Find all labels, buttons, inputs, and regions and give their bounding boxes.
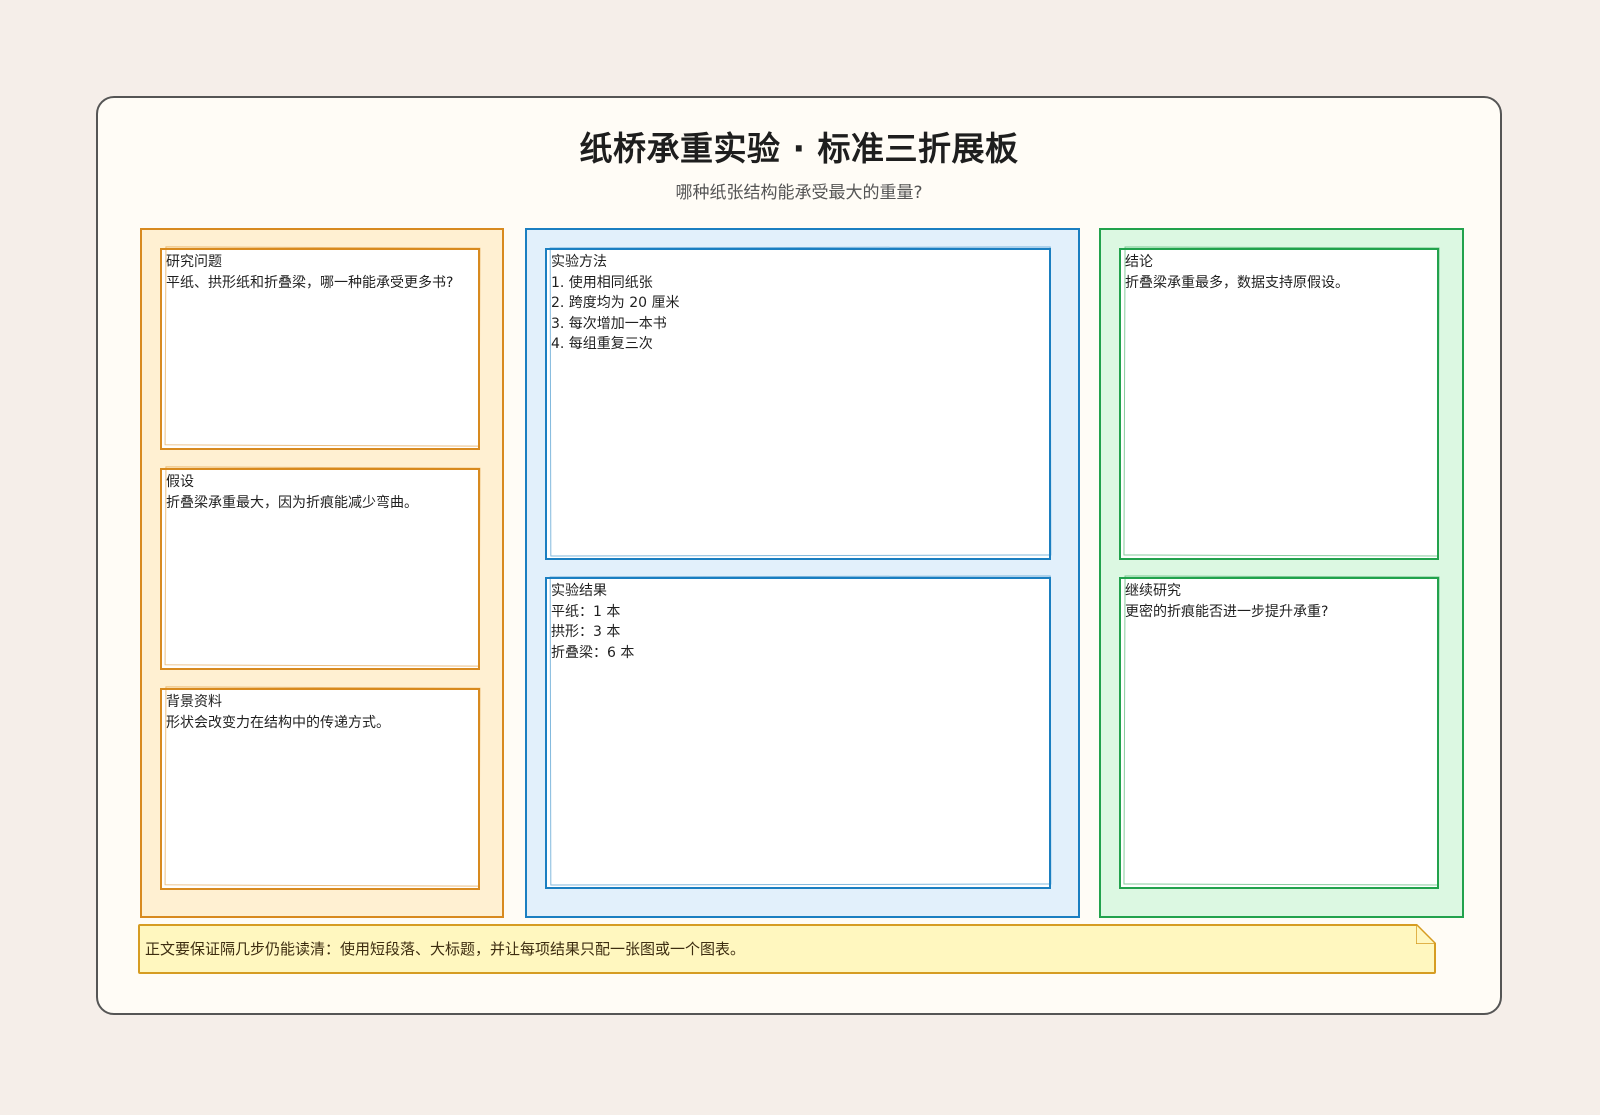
background-card: 背景资料 形状会改变力在结构中的传递方式。 bbox=[160, 686, 481, 890]
board-title: 纸桥承重实验 · 标准三折展板 bbox=[579, 129, 1019, 168]
middle-panel: 实验方法 1. 使用相同纸张 2. 跨度均为 20 厘米 3. 每次增加一本书 … bbox=[525, 228, 1080, 918]
further-research-card: 继续研究 更密的折痕能否进一步提升承重? bbox=[1119, 575, 1440, 889]
card-heading: 继续研究 bbox=[1125, 583, 1181, 599]
method-step: 2. 跨度均为 20 厘米 bbox=[551, 295, 680, 311]
result-item: 折叠梁：6 本 bbox=[551, 644, 635, 661]
method-step: 1. 使用相同纸张 bbox=[551, 274, 653, 291]
method-step: 3. 每次增加一本书 bbox=[551, 315, 667, 332]
method-step: 4. 每组重复三次 bbox=[551, 336, 653, 352]
card-heading: 研究问题 bbox=[166, 254, 222, 270]
conclusion-card: 结论 折叠梁承重最多，数据支持原假设。 bbox=[1119, 246, 1440, 560]
tip-note: 正文要保证隔几步仍能读清：使用短段落、大标题，并让每项结果只配一张图或一个图表。 bbox=[138, 924, 1436, 974]
card-heading: 假设 bbox=[166, 474, 194, 490]
trifold-board: 纸桥承重实验 · 标准三折展板 哪种纸张结构能承受最大的重量? 研究问题 平纸、… bbox=[96, 96, 1502, 1015]
result-item: 平纸：1 本 bbox=[551, 603, 621, 620]
hypothesis-card: 假设 折叠梁承重最大，因为折痕能减少弯曲。 bbox=[160, 466, 481, 670]
results-card: 实验结果 平纸：1 本 拱形：3 本 折叠梁：6 本 bbox=[545, 575, 1052, 889]
method-card: 实验方法 1. 使用相同纸张 2. 跨度均为 20 厘米 3. 每次增加一本书 … bbox=[545, 246, 1052, 560]
research-question-card: 研究问题 平纸、拱形纸和折叠梁，哪一种能承受更多书? bbox=[160, 246, 481, 450]
board-subtitle: 哪种纸张结构能承受最大的重量? bbox=[675, 183, 923, 203]
folded-corner-icon bbox=[1416, 924, 1436, 944]
card-heading: 结论 bbox=[1125, 254, 1153, 270]
card-text: 折叠梁承重最多，数据支持原假设。 bbox=[1125, 274, 1349, 291]
card-text: 更密的折痕能否进一步提升承重? bbox=[1125, 603, 1329, 620]
card-heading: 实验方法 bbox=[551, 254, 607, 270]
result-item: 拱形：3 本 bbox=[551, 624, 621, 640]
card-text: 折叠梁承重最大，因为折痕能减少弯曲。 bbox=[166, 494, 418, 511]
card-text: 平纸、拱形纸和折叠梁，哪一种能承受更多书? bbox=[166, 274, 454, 291]
tip-text: 正文要保证隔几步仍能读清：使用短段落、大标题，并让每项结果只配一张图或一个图表。 bbox=[145, 940, 746, 958]
right-panel: 结论 折叠梁承重最多，数据支持原假设。 继续研究 更密的折痕能否进一步提升承重? bbox=[1099, 228, 1464, 918]
card-heading: 实验结果 bbox=[551, 583, 607, 599]
card-heading: 背景资料 bbox=[166, 694, 222, 710]
left-panel: 研究问题 平纸、拱形纸和折叠梁，哪一种能承受更多书? 假设 折叠梁承重最大，因为… bbox=[140, 228, 504, 918]
card-text: 形状会改变力在结构中的传递方式。 bbox=[166, 714, 390, 731]
